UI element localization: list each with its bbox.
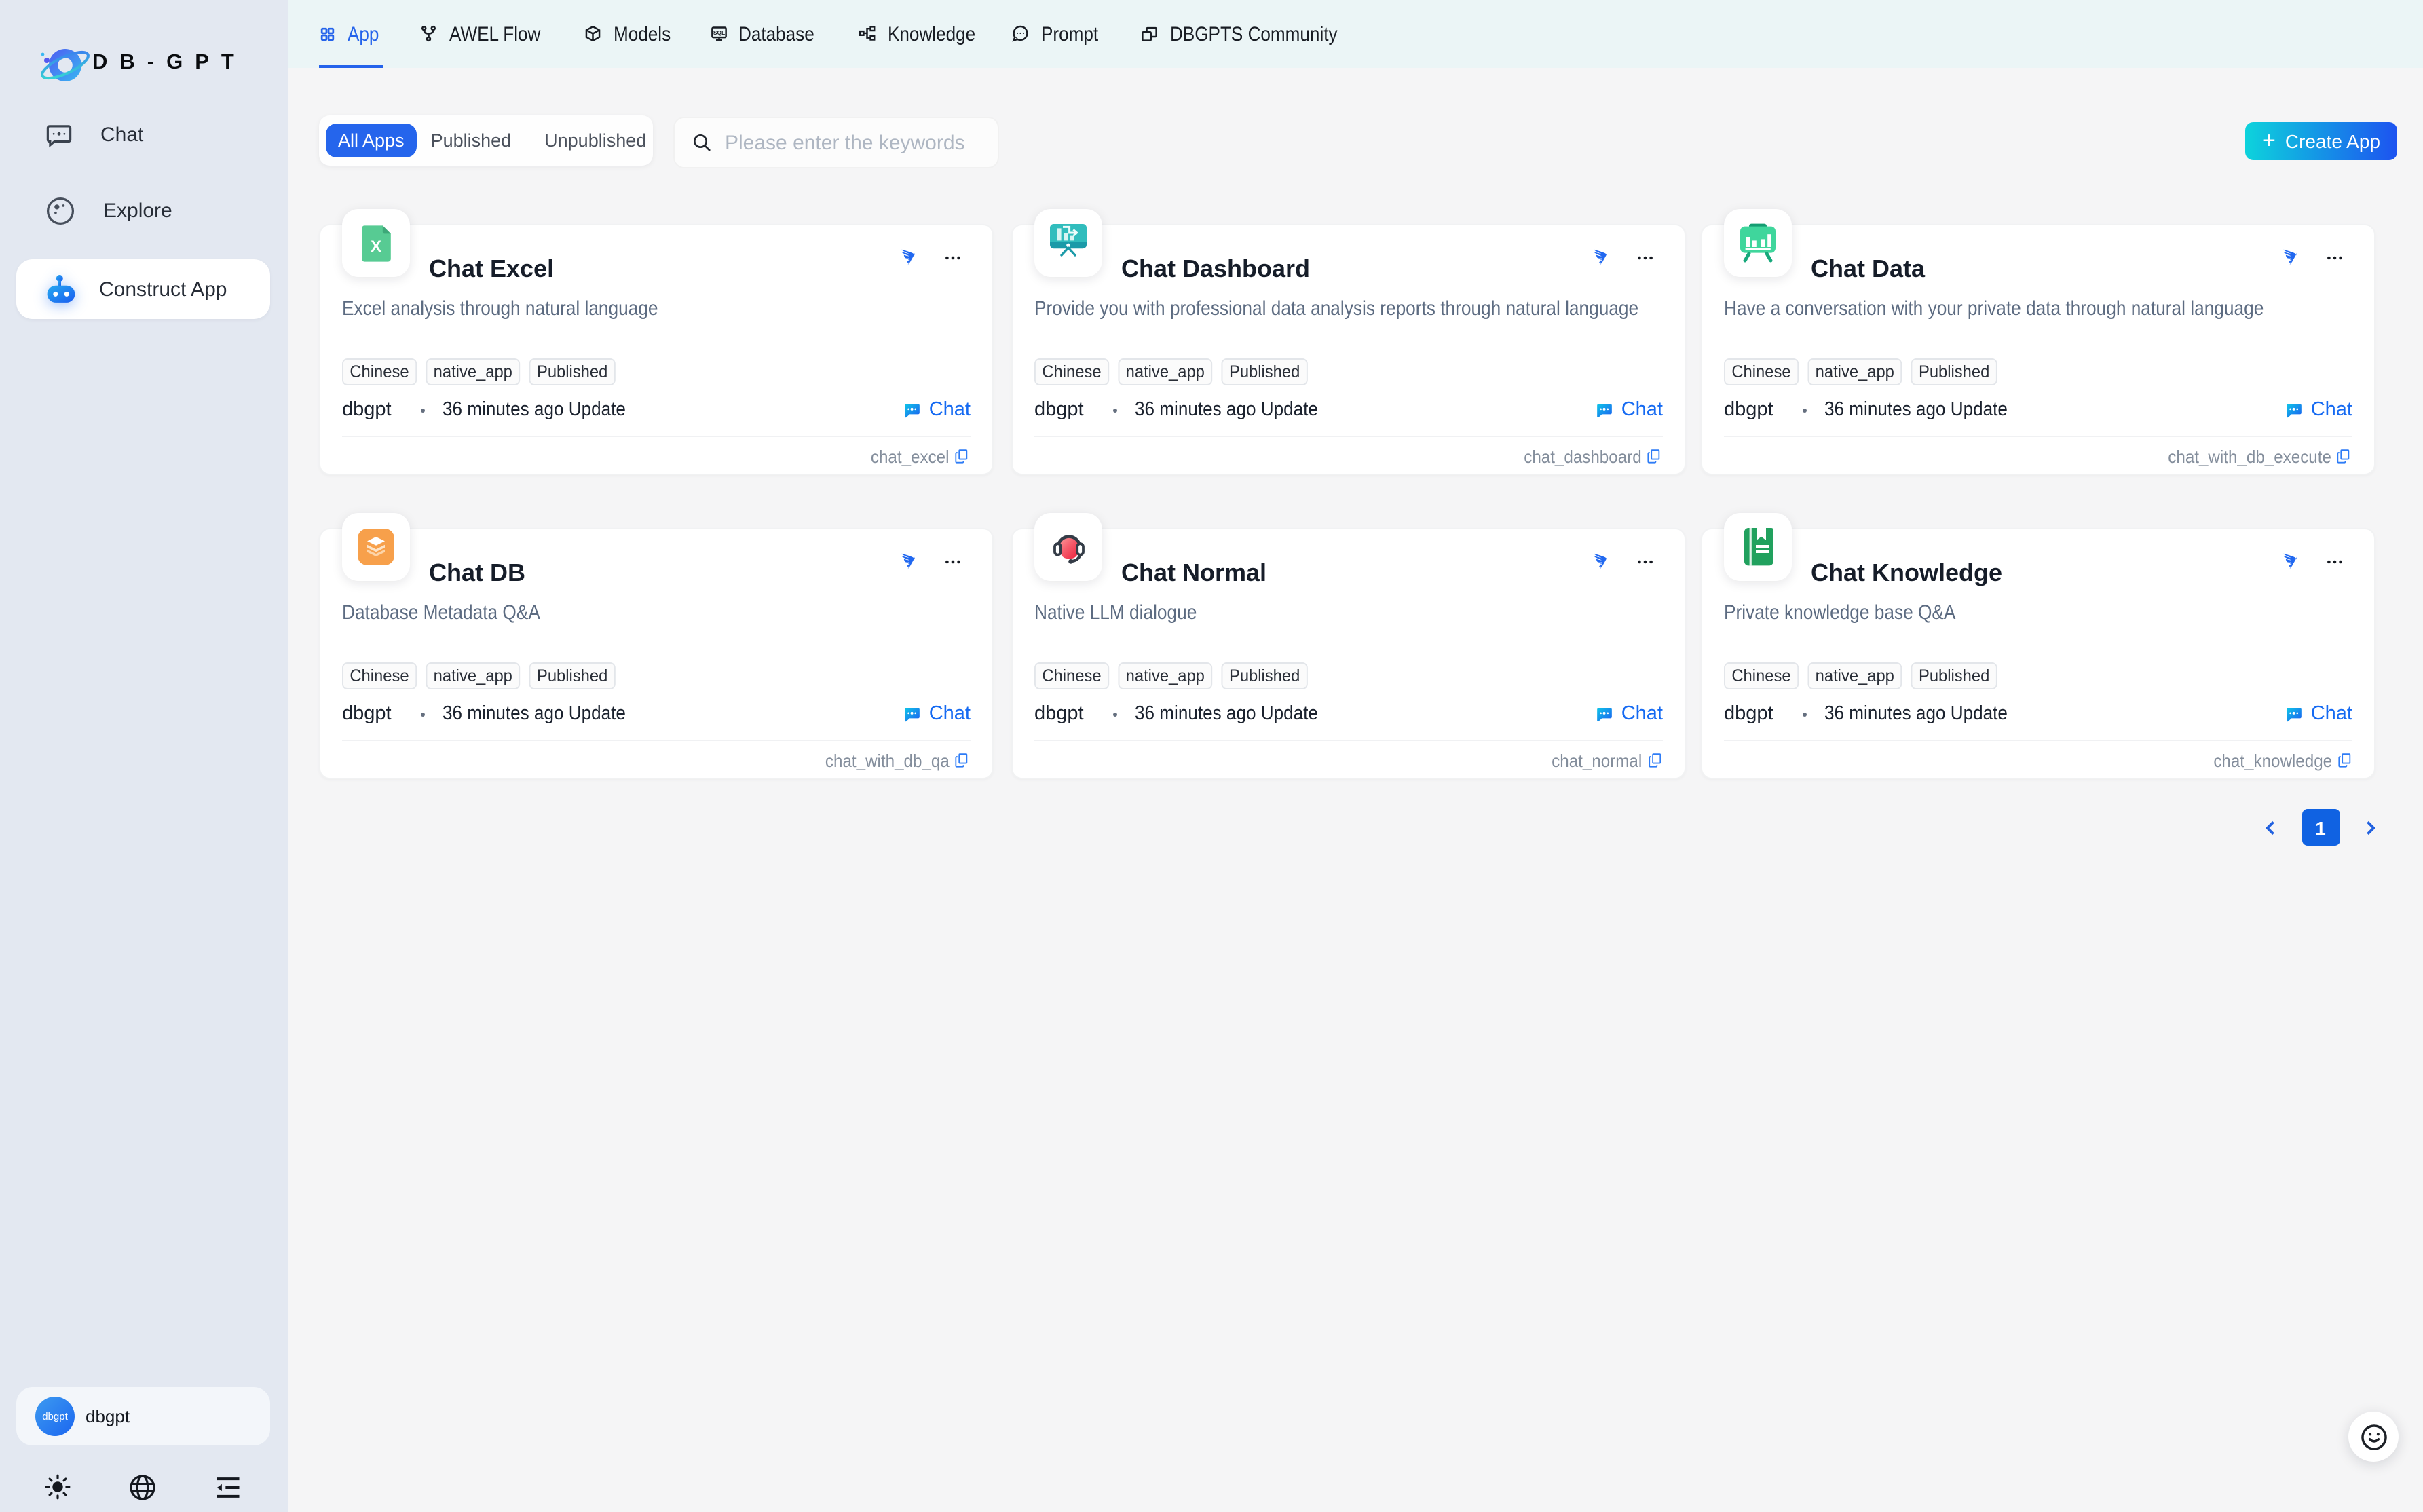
svg-text:DB-GPT: DB-GPT	[92, 50, 246, 73]
svg-text:SQL: SQL	[713, 29, 724, 36]
svg-text:X: X	[370, 237, 381, 255]
